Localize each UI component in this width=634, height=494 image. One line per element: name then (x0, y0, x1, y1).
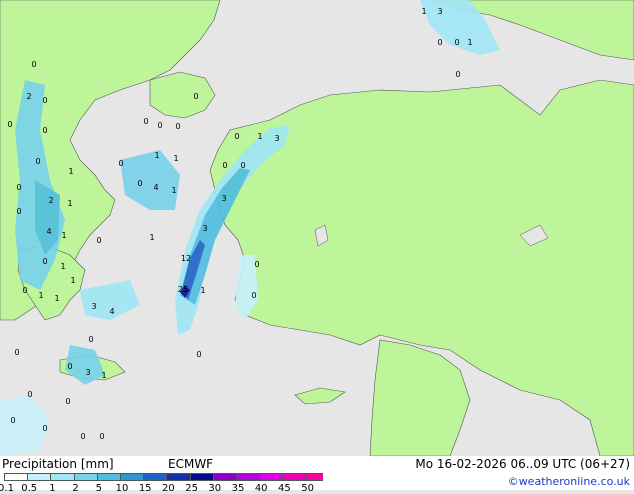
precip-value-label: 0 (240, 161, 245, 170)
legend-swatch (120, 473, 145, 481)
precip-value-label: 0 (251, 291, 256, 300)
precip-value-label: 0 (42, 424, 47, 433)
precip-value-label: 0 (67, 362, 72, 371)
precip-value-label: 1 (467, 38, 472, 47)
precip-value-label: 2 (26, 92, 31, 101)
precip-value-label: 1 (200, 286, 205, 295)
precip-value-label: 1 (60, 262, 65, 271)
map-footer: Precipitation [mm] ECMWF Mo 16-02-2026 0… (0, 456, 634, 494)
precip-value-label: 0 (10, 416, 15, 425)
precip-value-label: 1 (70, 276, 75, 285)
precip-value-label: 0 (42, 257, 47, 266)
legend-tick-label: 0.5 (21, 483, 38, 494)
legend-tick-label: 20 (162, 483, 175, 494)
precip-value-label: 0 (234, 132, 239, 141)
precip-value-label: 0 (80, 432, 85, 441)
legend-swatch (282, 473, 307, 481)
precip-value-label: 1 (67, 199, 72, 208)
precip-value-label: 1 (38, 291, 43, 300)
precip-value-label: 0 (88, 335, 93, 344)
precip-value-label: 0 (137, 179, 142, 188)
precip-value-label: 1 (154, 151, 159, 160)
legend-tick-label: 10 (115, 483, 129, 494)
precip-value-label: 1 (54, 294, 59, 303)
model-name: ECMWF (168, 457, 214, 471)
precip-value-label: 0 (193, 92, 198, 101)
legend-tick-label: 15 (138, 483, 152, 494)
legend-swatch (236, 473, 261, 481)
precip-value-label: 0 (454, 38, 459, 47)
precipitation-map[interactable]: 1 30 0 1002 0 0000 0 01 30011 10 0 002 10 4 1304 10 1301… (0, 0, 634, 456)
legend-swatch (4, 473, 29, 481)
precip-value-label: 1 (257, 132, 262, 141)
precip-value-label: 3 (202, 224, 207, 233)
precip-value-label: 3 (274, 134, 279, 143)
precip-value-label: 1 (149, 233, 154, 242)
legend-tick-label: 40 (254, 483, 268, 494)
precip-value-label: 1 (61, 231, 66, 240)
precip-value-label: 0 (16, 207, 21, 216)
legend-swatch (305, 473, 323, 481)
precip-value-label: 0 (42, 126, 47, 135)
precip-value-label: 1 (171, 186, 176, 195)
precip-value-label: 0 (31, 60, 36, 69)
legend-swatch (143, 473, 168, 481)
precip-value-label: 25 (178, 285, 188, 294)
legend-tick-label: 25 (185, 483, 198, 494)
precip-value-label: 4 (109, 307, 114, 316)
legend-tick-label: 1 (49, 483, 56, 494)
precip-value-label: 0 (96, 236, 101, 245)
precip-value-label: 4 (46, 227, 51, 236)
precip-value-label: 0 (196, 350, 201, 359)
precip-value-label: 0 (16, 183, 21, 192)
precip-value-label: 2 (48, 196, 53, 205)
legend-swatch (50, 473, 75, 481)
precip-value-label: 4 (153, 183, 158, 192)
precip-value-label: 0 (143, 117, 148, 126)
legend-tick-label: 35 (231, 483, 245, 494)
precip-value-label: 0 (7, 120, 12, 129)
precip-value-label: 0 (118, 159, 123, 168)
legend-tick-label: 50 (301, 483, 314, 494)
precip-value-label: 0 (455, 70, 460, 79)
legend-swatch (166, 473, 191, 481)
precip-value-label: 0 (65, 397, 70, 406)
precip-value-label: 3 (221, 194, 226, 203)
legend-swatch (27, 473, 52, 481)
legend-swatch (189, 473, 214, 481)
precip-value-label: 0 (175, 122, 180, 131)
precip-value-label: 0 (254, 260, 259, 269)
legend-tick-label: 0.1 (0, 483, 14, 494)
precip-value-label: 0 (42, 96, 47, 105)
precip-value-label: 0 (22, 286, 27, 295)
precip-value-label: 3 (91, 302, 96, 311)
precip-value-label: 3 (437, 7, 442, 16)
precip-value-label: 1 (68, 167, 73, 176)
precip-value-label: 0 (14, 348, 19, 357)
legend-swatch (73, 473, 98, 481)
precip-value-label: 0 (35, 157, 40, 166)
precip-value-label: 1 (421, 7, 426, 16)
legend-swatch (259, 473, 284, 481)
legend-swatch (96, 473, 121, 481)
precip-value-label: 1 (173, 154, 178, 163)
precip-value-label: 0 (437, 38, 442, 47)
legend-tick-label: 30 (208, 483, 222, 494)
precip-value-label: 0 (157, 121, 162, 130)
precip-value-label: 0 (27, 390, 32, 399)
legend-tick-label: 2 (72, 483, 79, 494)
precip-value-label: 3 (85, 368, 90, 377)
precip-value-label: 1 (101, 371, 106, 380)
parameter-title: Precipitation [mm] (2, 457, 114, 471)
valid-time: Mo 16-02-2026 06..09 UTC (06+27) (415, 457, 630, 471)
precip-value-label: 0 (222, 161, 227, 170)
precip-value-label: 0 (99, 432, 104, 441)
precip-value-label: 12 (181, 254, 191, 263)
legend-tick-label: 45 (278, 483, 291, 494)
legend-tick-label: 5 (95, 483, 102, 494)
legend-swatch (212, 473, 237, 481)
credit-link[interactable]: ©weatheronline.co.uk (508, 475, 630, 488)
